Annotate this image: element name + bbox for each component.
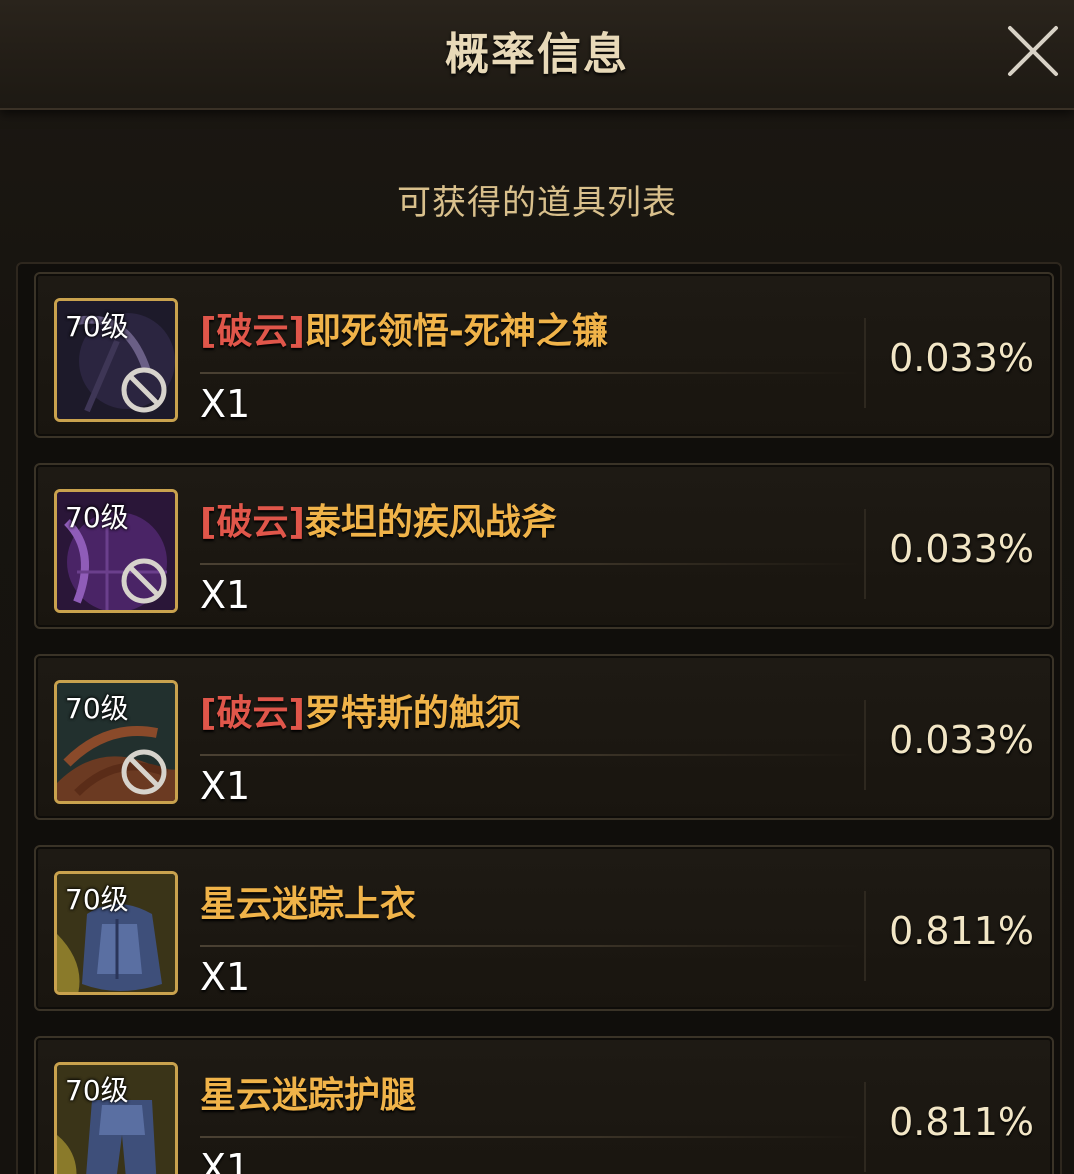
dialog-title: 概率信息 xyxy=(445,29,629,80)
list-item[interactable]: 70级 星云迷踪上衣 X1 0.811% xyxy=(34,845,1054,1011)
item-name: 星云迷踪上衣 xyxy=(200,875,416,927)
untradable-icon xyxy=(121,749,167,795)
item-probability: 0.033% xyxy=(889,527,1034,571)
item-probability: 0.033% xyxy=(889,718,1034,762)
item-quantity: X1 xyxy=(200,1146,251,1174)
item-level: 70级 xyxy=(65,883,129,916)
item-probability: 0.811% xyxy=(889,1100,1034,1144)
item-name-text: 即死领悟-死神之镰 xyxy=(304,311,608,352)
column-divider xyxy=(864,1082,866,1172)
item-prefix: [破云] xyxy=(200,311,305,352)
item-prefix: [破云] xyxy=(200,693,305,734)
item-quantity: X1 xyxy=(200,764,251,808)
column-divider xyxy=(864,891,866,981)
probability-dialog: 概率信息 可获得的道具列表 70级 [破云]即死领悟-死神之镰 X1 0.033% 70… xyxy=(0,0,1074,1174)
item-name-text: 罗特斯的触须 xyxy=(304,693,521,734)
item-name-text: 星云迷踪护腿 xyxy=(200,1075,417,1116)
item-name: [破云]即死领悟-死神之镰 xyxy=(200,302,608,354)
item-name: 星云迷踪护腿 xyxy=(200,1066,416,1118)
close-button[interactable] xyxy=(1006,24,1060,78)
close-icon xyxy=(1008,26,1058,76)
item-prefix: [破云] xyxy=(200,502,305,543)
untradable-icon xyxy=(121,367,167,413)
item-probability: 0.811% xyxy=(889,909,1034,953)
divider xyxy=(200,563,860,565)
item-quantity: X1 xyxy=(200,573,251,617)
list-item[interactable]: 70级 [破云]即死领悟-死神之镰 X1 0.033% xyxy=(34,272,1054,438)
item-level: 70级 xyxy=(65,310,129,343)
item-icon[interactable]: 70级 xyxy=(54,489,178,613)
item-quantity: X1 xyxy=(200,382,251,426)
column-divider xyxy=(864,318,866,408)
item-list[interactable]: 70级 [破云]即死领悟-死神之镰 X1 0.033% 70级 [破云]泰坦的疾风战斧 X1… xyxy=(16,262,1062,1174)
item-icon[interactable]: 70级 xyxy=(54,871,178,995)
item-name: [破云]罗特斯的触须 xyxy=(200,684,521,736)
divider xyxy=(200,372,860,374)
item-name: [破云]泰坦的疾风战斧 xyxy=(200,493,557,545)
item-probability: 0.033% xyxy=(889,336,1034,380)
item-icon[interactable]: 70级 xyxy=(54,298,178,422)
column-divider xyxy=(864,700,866,790)
item-name-text: 星云迷踪上衣 xyxy=(200,884,417,925)
item-name-text: 泰坦的疾风战斧 xyxy=(304,502,557,543)
item-icon[interactable]: 70级 xyxy=(54,680,178,804)
untradable-icon xyxy=(121,558,167,604)
list-item[interactable]: 70级 [破云]泰坦的疾风战斧 X1 0.033% xyxy=(34,463,1054,629)
item-level: 70级 xyxy=(65,501,129,534)
list-heading: 可获得的道具列表 xyxy=(397,183,677,223)
item-level: 70级 xyxy=(65,692,129,725)
divider xyxy=(200,945,860,947)
column-divider xyxy=(864,509,866,599)
dialog-header: 概率信息 xyxy=(0,0,1074,110)
item-quantity: X1 xyxy=(200,955,251,999)
list-item[interactable]: 70级 星云迷踪护腿 X1 0.811% xyxy=(34,1036,1054,1174)
item-icon[interactable]: 70级 xyxy=(54,1062,178,1174)
divider xyxy=(200,754,860,756)
list-item[interactable]: 70级 [破云]罗特斯的触须 X1 0.033% xyxy=(34,654,1054,820)
item-level: 70级 xyxy=(65,1074,129,1107)
divider xyxy=(200,1136,860,1138)
